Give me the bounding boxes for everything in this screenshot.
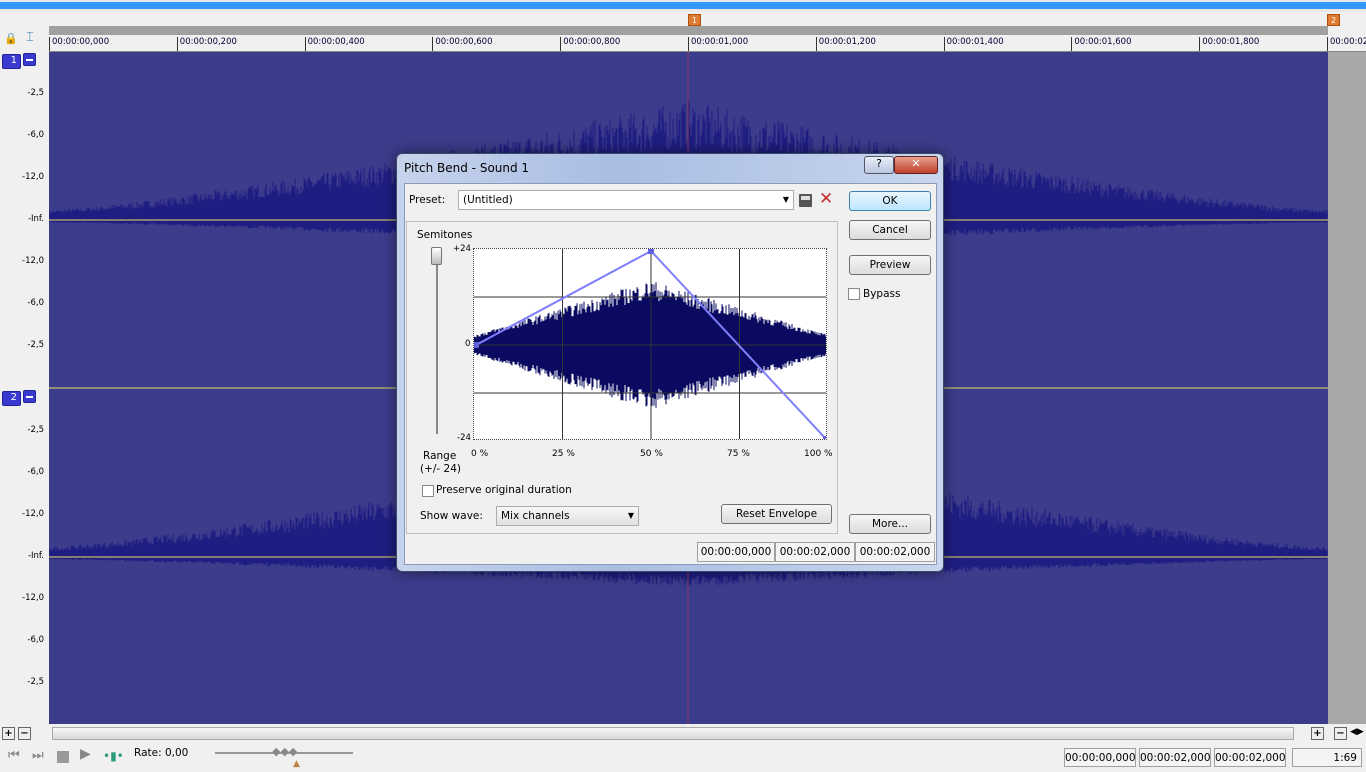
post-end-area xyxy=(1328,52,1366,724)
level-label: -2,5 xyxy=(27,88,44,98)
range-slider-track[interactable] xyxy=(436,259,438,434)
show-wave-value: Mix channels xyxy=(501,510,570,522)
semitones-label: Semitones xyxy=(417,229,473,241)
ruler-tick: 00:00:01,000 xyxy=(688,37,748,51)
show-wave-dropdown[interactable]: Mix channels ▼ xyxy=(496,506,639,526)
zoom-in-horizontal-button[interactable]: + xyxy=(1311,727,1324,740)
track-2-collapse-button[interactable] xyxy=(23,390,36,403)
level-label: -Inf. xyxy=(27,214,44,224)
level-label: -12,0 xyxy=(22,172,44,182)
delete-preset-icon[interactable]: ✕ xyxy=(819,189,833,209)
bypass-label: Bypass xyxy=(863,288,901,300)
marker-bar[interactable] xyxy=(49,26,1328,35)
marker-2[interactable]: 2 xyxy=(1327,14,1340,26)
close-button[interactable]: ✕ xyxy=(894,156,938,174)
rate-default-marker: ▲ xyxy=(293,759,300,769)
level-label: -6,0 xyxy=(27,130,44,140)
time-ruler[interactable]: 00:00:00,000 00:00:00,200 00:00:00,400 00:0… xyxy=(49,35,1366,52)
zoom-out-vertical-button[interactable]: − xyxy=(18,727,31,740)
ruler-tick: 00:00:00,200 xyxy=(176,37,237,51)
x-tick: 75 % xyxy=(727,449,750,459)
envelope-point[interactable] xyxy=(648,248,654,254)
level-label: -Inf. xyxy=(27,551,44,561)
snap-icon[interactable]: ⌶ xyxy=(26,30,34,45)
level-label: -12,0 xyxy=(22,256,44,266)
chevron-down-icon: ▼ xyxy=(627,511,634,520)
rate-slider-thumb[interactable]: ◆◆◆ xyxy=(272,745,297,758)
save-preset-icon[interactable] xyxy=(799,194,812,207)
help-button[interactable]: ? xyxy=(864,156,894,174)
ruler-tick: 00:00:00,400 xyxy=(304,37,365,51)
bypass-checkbox[interactable] xyxy=(848,288,860,300)
preserve-duration-checkbox[interactable] xyxy=(422,485,434,497)
lock-icon[interactable]: 🔒 xyxy=(4,32,18,45)
level-label: -6,0 xyxy=(27,467,44,477)
preset-label: Preset: xyxy=(409,194,446,206)
ruler-tick: 00:00:02 xyxy=(1327,37,1366,51)
ruler-tick: 00:00:00,800 xyxy=(560,37,620,51)
envelope-point[interactable] xyxy=(823,436,827,440)
range-slider-thumb[interactable] xyxy=(431,247,442,265)
level-label: -2,5 xyxy=(27,340,44,350)
zoom-out-horizontal-button[interactable]: − xyxy=(1334,727,1347,740)
status-length: 00:00:02,000 xyxy=(1214,748,1286,767)
marker-1[interactable]: 1 xyxy=(688,14,701,26)
ok-button[interactable]: OK xyxy=(849,191,931,211)
ruler-tick: 00:00:01,200 xyxy=(815,37,876,51)
x-tick: 100 % xyxy=(804,449,833,459)
pitch-bend-dialog: Pitch Bend - Sound 1 ? ✕ Preset: (Untitl… xyxy=(396,153,944,572)
y-top-label: +24 xyxy=(453,244,471,254)
level-label: -6,0 xyxy=(27,298,44,308)
preserve-duration-label: Preserve original duration xyxy=(436,484,572,496)
chevron-down-icon: ▼ xyxy=(782,195,789,204)
zoom-in-vertical-button[interactable]: + xyxy=(2,727,15,740)
x-tick: 25 % xyxy=(552,449,575,459)
status-end: 00:00:02,000 xyxy=(1139,748,1211,767)
horizontal-scrollbar[interactable] xyxy=(52,727,1294,740)
y-bottom-label: -24 xyxy=(457,433,471,443)
loop-icon[interactable]: •▮• xyxy=(103,749,124,763)
title-strip xyxy=(0,0,1366,12)
ruler-tick: 00:00:01,400 xyxy=(943,37,1004,51)
status-zoom: 1:69 xyxy=(1292,748,1362,767)
level-label: -12,0 xyxy=(22,593,44,603)
selection-start: 00:00:00,000 xyxy=(697,542,775,562)
status-start: 00:00:00,000 xyxy=(1064,748,1136,767)
reset-envelope-button[interactable]: Reset Envelope xyxy=(721,504,832,524)
cancel-button[interactable]: Cancel xyxy=(849,220,931,240)
preview-button[interactable]: Preview xyxy=(849,255,931,275)
track-1-number[interactable]: 1 xyxy=(2,54,21,69)
track-1-collapse-button[interactable] xyxy=(23,53,36,66)
range-label: Range xyxy=(423,450,457,462)
selection-length: 00:00:02,000 xyxy=(855,542,935,562)
level-label: -12,0 xyxy=(22,509,44,519)
envelope-graph[interactable] xyxy=(473,248,827,440)
stop-icon[interactable] xyxy=(57,751,69,763)
x-tick: 50 % xyxy=(640,449,663,459)
preset-value: (Untitled) xyxy=(463,194,513,206)
ruler-tick: 00:00:01,800 xyxy=(1199,37,1259,51)
x-tick: 0 % xyxy=(471,449,489,459)
go-to-start-icon[interactable]: ⏮ xyxy=(8,748,20,763)
y-mid-label: 0 xyxy=(465,339,471,349)
more-button[interactable]: More... xyxy=(849,514,931,534)
track-2-number[interactable]: 2 xyxy=(2,391,21,406)
go-to-end-icon[interactable]: ⏭ xyxy=(32,748,44,763)
dialog-title: Pitch Bend - Sound 1 xyxy=(404,161,530,175)
show-wave-label: Show wave: xyxy=(420,510,483,522)
envelope-point[interactable] xyxy=(473,342,479,348)
level-label: -6,0 xyxy=(27,635,44,645)
rate-label: Rate: 0,00 xyxy=(134,747,189,759)
ruler-tick: 00:00:01,600 xyxy=(1071,37,1132,51)
range-value: (+/- 24) xyxy=(420,463,462,475)
level-label: -2,5 xyxy=(27,677,44,687)
ruler-tick: 00:00:00,000 xyxy=(49,37,109,51)
ruler-tick: 00:00:00,600 xyxy=(432,37,493,51)
selection-end: 00:00:02,000 xyxy=(775,542,855,562)
preset-dropdown[interactable]: (Untitled) ▼ xyxy=(458,190,794,210)
level-label: -2,5 xyxy=(27,425,44,435)
zoom-fit-icon[interactable]: ◀▶ xyxy=(1350,727,1364,737)
play-icon[interactable]: ▶ xyxy=(80,746,91,762)
